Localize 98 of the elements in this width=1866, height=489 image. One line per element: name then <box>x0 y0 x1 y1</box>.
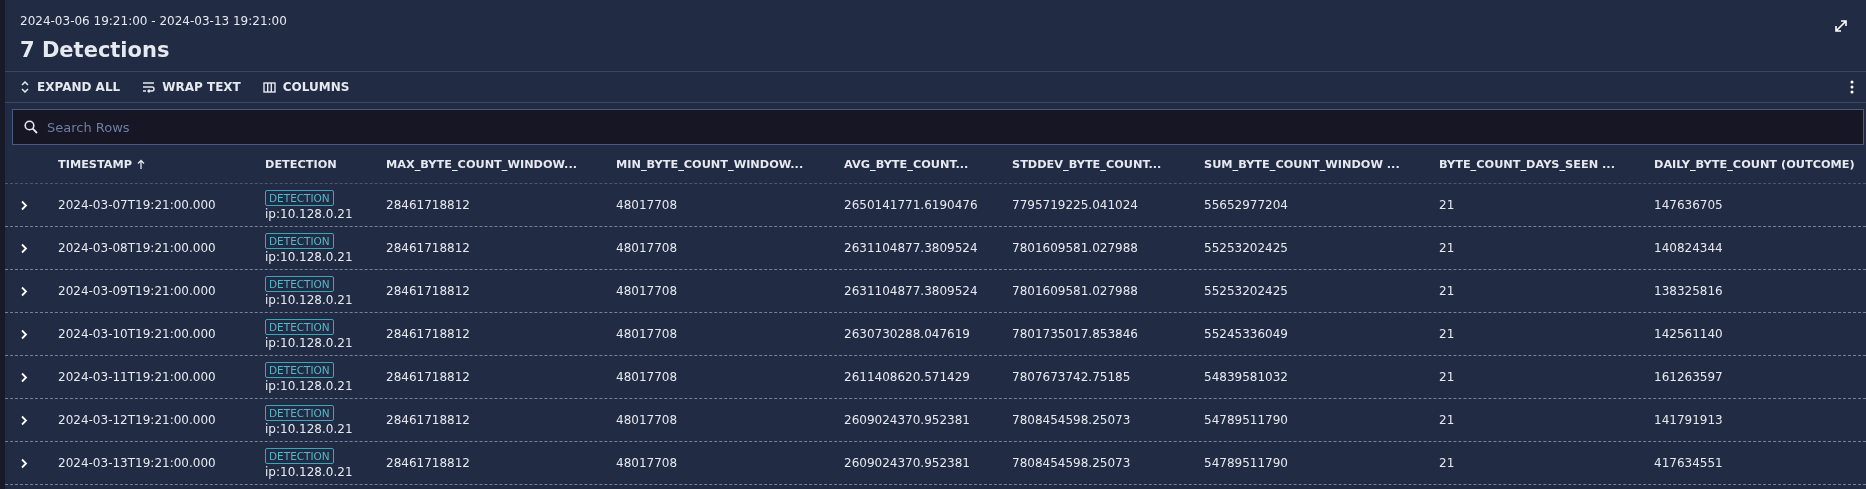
table-cell-text: 21 <box>1439 456 1456 470</box>
date-range: 2024-03-06 19:21:00 - 2024-03-13 19:21:00 <box>20 14 287 28</box>
column-header[interactable]: DAILY_BYTE_COUNT (OUTCOME) <box>1654 157 1866 171</box>
table-cell-text: 141791913 <box>1654 413 1724 427</box>
table-cell-text: 21 <box>1439 327 1456 341</box>
table-cell-text: 55253202425 <box>1204 241 1289 255</box>
detection-tag: DETECTION <box>265 232 334 249</box>
detection-tag: DETECTION <box>265 361 334 378</box>
toolbar-button[interactable]: EXPAND ALL <box>20 80 121 94</box>
table-cell-text: 2631104877.3809524 <box>844 241 979 255</box>
toolbar-button[interactable]: WRAP TEXT <box>142 80 241 94</box>
toolbar-button[interactable]: COLUMNS <box>262 80 350 94</box>
table-cell-text: 2024-03-12T19:21:00.000 <box>58 413 217 427</box>
wrap-text-icon <box>142 81 156 93</box>
more-options-icon[interactable] <box>1850 80 1854 94</box>
table-cell-text: 54789511790 <box>1204 456 1289 470</box>
table-cell-text: 48017708 <box>616 198 679 212</box>
table-cell-text: 417634551 <box>1654 456 1724 470</box>
table-cell-text: 28461718812 <box>386 327 471 341</box>
column-header[interactable]: DETECTION <box>265 157 386 171</box>
table-cell-text: 2650141771.6190476 <box>844 198 979 212</box>
table-cell-text: 2630730288.047619 <box>844 327 971 341</box>
table-cell-text: 28461718812 <box>386 413 471 427</box>
column-header[interactable]: AVG_BYTE_COUNT... <box>844 157 1012 171</box>
table-cell-text: 7801609581.027988 <box>1012 241 1139 255</box>
table-cell-text: 2631104877.3809524 <box>844 284 979 298</box>
chevron-icon[interactable] <box>20 285 28 297</box>
table-cell-text: 2611408620.571429 <box>844 370 971 384</box>
table-cell-text: 7808454598.25073 <box>1012 413 1132 427</box>
column-header[interactable]: MIN_BYTE_COUNT_WINDOW... <box>616 157 844 171</box>
detection-tag: DETECTION <box>265 404 334 421</box>
table-cell-text: 7801735017.853846 <box>1012 327 1139 341</box>
table-cell-text: 2024-03-07T19:21:00.000 <box>58 198 217 212</box>
chevron-icon[interactable] <box>20 242 28 254</box>
table-cell-text: 28461718812 <box>386 284 471 298</box>
expand-icon[interactable] <box>1834 19 1848 33</box>
table-cell-text: 21 <box>1439 370 1456 384</box>
table-cell-text: 7807673742.75185 <box>1012 370 1132 384</box>
table-cell-text: 55245336049 <box>1204 327 1289 341</box>
table-cell-text: 48017708 <box>616 284 679 298</box>
chevron-icon[interactable] <box>20 414 28 426</box>
column-header[interactable]: BYTE_COUNT_DAYS_SEEN ... <box>1439 157 1654 171</box>
table-cell-text: 21 <box>1439 284 1456 298</box>
table-cell-text: 55253202425 <box>1204 284 1289 298</box>
table-cell-text: 2024-03-11T19:21:00.000 <box>58 370 217 384</box>
table-cell-text: 55652977204 <box>1204 198 1289 212</box>
table-cell-text: 54789511790 <box>1204 413 1289 427</box>
detection-tag: DETECTION <box>265 318 334 335</box>
table-cell: ip:10.128.0.21 <box>265 335 353 350</box>
column-header[interactable]: SUM_BYTE_COUNT_WINDOW ... <box>1204 157 1439 171</box>
table-cell: ip:10.128.0.21 <box>265 249 353 264</box>
table-cell: ip:10.128.0.21 <box>265 421 353 436</box>
table-cell: ip:10.128.0.21 <box>265 292 353 307</box>
table-cell-text: 48017708 <box>616 241 679 255</box>
column-header[interactable]: STDDEV_BYTE_COUNT... <box>1012 157 1204 171</box>
up-down-chevron-icon <box>20 81 30 93</box>
table-cell-text: 7795719225.041024 <box>1012 198 1139 212</box>
table-cell-text: 147636705 <box>1654 198 1724 212</box>
search-icon <box>24 120 38 134</box>
table-cell-text: 28461718812 <box>386 456 471 470</box>
columns-icon <box>262 81 276 93</box>
table-cell: ip:10.128.0.21 <box>265 378 353 393</box>
table-cell-text: 142561140 <box>1654 327 1724 341</box>
table-cell-text: 2609024370.952381 <box>844 413 971 427</box>
table-cell-text: 2024-03-13T19:21:00.000 <box>58 456 217 470</box>
detection-tag: DETECTION <box>265 447 334 464</box>
table-cell-text: 21 <box>1439 241 1456 255</box>
column-header[interactable]: MAX_BYTE_COUNT_WINDOW... <box>386 157 616 171</box>
panel-title: 7 Detections <box>20 38 171 62</box>
table-cell-text: 28461718812 <box>386 198 471 212</box>
table-cell-text: 161263597 <box>1654 370 1724 384</box>
table-cell-text: 7808454598.25073 <box>1012 456 1132 470</box>
column-header[interactable]: TIMESTAMP <box>58 157 265 171</box>
table-cell-text: 48017708 <box>616 413 679 427</box>
table-cell-text: 28461718812 <box>386 241 471 255</box>
table-cell: ip:10.128.0.21 <box>265 464 353 479</box>
table-cell-text: 48017708 <box>616 456 679 470</box>
table-cell-text: 2609024370.952381 <box>844 456 971 470</box>
table-cell-text: 2024-03-09T19:21:00.000 <box>58 284 217 298</box>
table-cell: ip:10.128.0.21 <box>265 206 353 221</box>
table-cell-text: 2024-03-08T19:21:00.000 <box>58 241 217 255</box>
table-cell-text: 48017708 <box>616 370 679 384</box>
chevron-icon[interactable] <box>20 371 28 383</box>
detection-tag: DETECTION <box>265 275 334 292</box>
table-cell-text: 48017708 <box>616 327 679 341</box>
search-field[interactable]: Search Rows <box>12 109 1864 145</box>
table-cell-text: 140824344 <box>1654 241 1724 255</box>
table-cell-text: 21 <box>1439 413 1456 427</box>
table-cell-text: 2024-03-10T19:21:00.000 <box>58 327 217 341</box>
chevron-icon[interactable] <box>20 328 28 340</box>
table-cell-text: 21 <box>1439 198 1456 212</box>
chevron-icon[interactable] <box>20 199 28 211</box>
table-cell-text: 54839581032 <box>1204 370 1289 384</box>
chevron-icon[interactable] <box>20 457 28 469</box>
detection-tag: DETECTION <box>265 189 334 206</box>
table-cell-text: 138325816 <box>1654 284 1724 298</box>
table-cell-text: 7801609581.027988 <box>1012 284 1139 298</box>
table-cell-text: 28461718812 <box>386 370 471 384</box>
